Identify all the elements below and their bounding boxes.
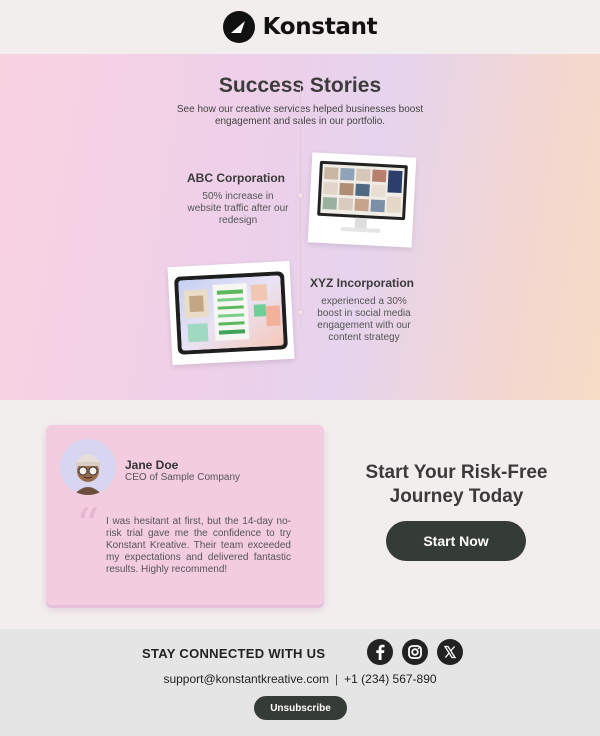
- testimonial-quote: I was hesitant at first, but the 14-day …: [106, 516, 291, 575]
- avatar: [60, 439, 116, 495]
- footer: STAY CONNECTED WITH US support@konstantk…: [0, 629, 600, 736]
- brand-name[interactable]: Konstant: [263, 14, 378, 40]
- start-now-button[interactable]: Start Now: [386, 521, 526, 561]
- timeline-dot: [297, 309, 304, 316]
- cta-title: Start Your Risk-Free Journey Today: [365, 462, 548, 507]
- case-description-xyz: experienced a 30% boost in social media …: [317, 296, 411, 343]
- email-link[interactable]: support@konstantkreative.com: [163, 672, 329, 686]
- case-title-abc: ABC Corporation: [187, 171, 285, 185]
- header: Konstant: [0, 0, 600, 54]
- facebook-icon[interactable]: [367, 639, 393, 665]
- unsubscribe-button[interactable]: Unsubscribe: [254, 696, 347, 720]
- konstant-logo-icon[interactable]: [222, 11, 255, 43]
- contact-separator: |: [335, 672, 339, 686]
- contact-line: support@konstantkreative.com | +1 (234) 56…: [0, 672, 600, 686]
- tablet-mockup-image: [167, 260, 295, 366]
- timeline-dot: [297, 192, 304, 199]
- x-icon[interactable]: [437, 639, 463, 665]
- desktop-mockup-image: [307, 152, 417, 248]
- instagram-icon[interactable]: [402, 639, 428, 665]
- testimonial-name: Jane Doe: [125, 458, 179, 472]
- phone-link[interactable]: +1 (234) 567-890: [344, 672, 436, 686]
- quote-icon: “: [76, 498, 100, 552]
- testimonial-role: CEO of Sample Company: [125, 472, 241, 483]
- case-description-abc: 50% increase in website traffic after ou…: [187, 191, 289, 226]
- stay-connected-label: STAY CONNECTED WITH US: [142, 646, 326, 661]
- case-title-xyz: XYZ Incorporation: [310, 276, 415, 290]
- testimonial-card: Jane Doe CEO of Sample Company “ I was h…: [46, 425, 324, 605]
- timeline-line: [300, 83, 301, 326]
